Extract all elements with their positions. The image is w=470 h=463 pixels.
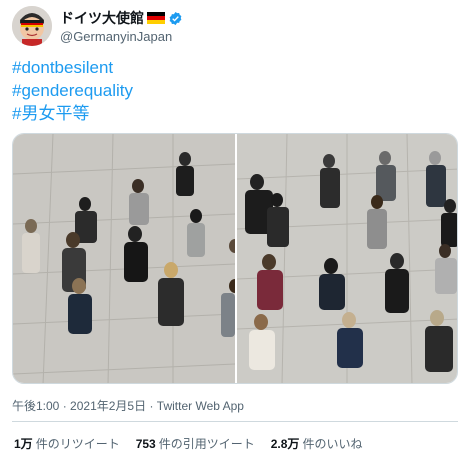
retweet-count-value: 1万 (14, 437, 33, 451)
meta-separator: · (62, 399, 67, 413)
retweet-count[interactable]: 1万 件のリツイート (14, 435, 120, 452)
verified-badge-icon (169, 11, 182, 25)
tweet-stats: 1万 件のリツイート 753 件の引用ツイート 2.8万 件のいいね (14, 435, 362, 452)
name-row: ドイツ大使館 (60, 9, 183, 27)
tweet-time[interactable]: 午後1:00 (12, 399, 59, 413)
tweet-date[interactable]: 2021年2月5日 (70, 399, 146, 413)
like-count[interactable]: 2.8万 件のいいね (271, 435, 363, 452)
tweet-timestamp: 午後1:00 · 2021年2月5日 · Twitter Web App (12, 397, 244, 414)
hashtag-link[interactable]: #dontbesilent (12, 56, 133, 79)
like-count-value: 2.8万 (270, 437, 300, 451)
germany-flag-icon (147, 12, 165, 24)
hashtag-link[interactable]: #genderequality (12, 79, 133, 102)
quote-count-value: 753 (135, 437, 156, 451)
group-photo-left[interactable] (13, 134, 235, 383)
tweet-text: #dontbesilent #genderequality #男女平等 (12, 56, 133, 125)
avatar[interactable] (12, 6, 52, 46)
display-name[interactable]: ドイツ大使館 (60, 8, 144, 28)
hashtag-link[interactable]: #男女平等 (12, 102, 133, 125)
mascot-avatar-icon (12, 6, 52, 46)
tweet-media (12, 133, 458, 384)
divider (12, 421, 458, 422)
user-handle[interactable]: @GermanyinJapan (60, 29, 172, 44)
group-photo-right[interactable] (237, 134, 457, 383)
quote-count[interactable]: 753 件の引用ツイート (136, 435, 255, 452)
tweet-source[interactable]: Twitter Web App (157, 399, 244, 413)
tweet-header: ドイツ大使館 @GermanyinJapan (12, 6, 458, 50)
meta-separator: · (149, 399, 154, 413)
quote-count-label: 件の引用ツイート (158, 437, 255, 451)
like-count-label: 件のいいね (302, 437, 363, 451)
retweet-count-label: 件のリツイート (35, 437, 120, 451)
